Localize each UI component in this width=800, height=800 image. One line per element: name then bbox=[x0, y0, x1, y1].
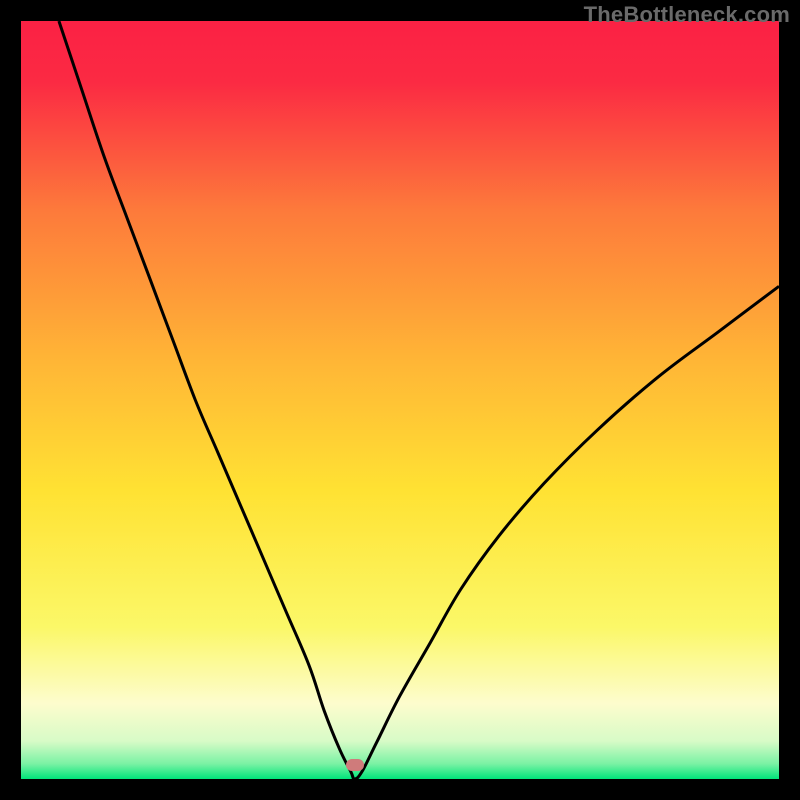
bottleneck-plot bbox=[21, 21, 779, 779]
chart-frame: TheBottleneck.com bbox=[0, 0, 800, 800]
watermark-label: TheBottleneck.com bbox=[584, 2, 790, 28]
minimum-marker bbox=[346, 759, 364, 771]
gradient-background bbox=[21, 21, 779, 779]
